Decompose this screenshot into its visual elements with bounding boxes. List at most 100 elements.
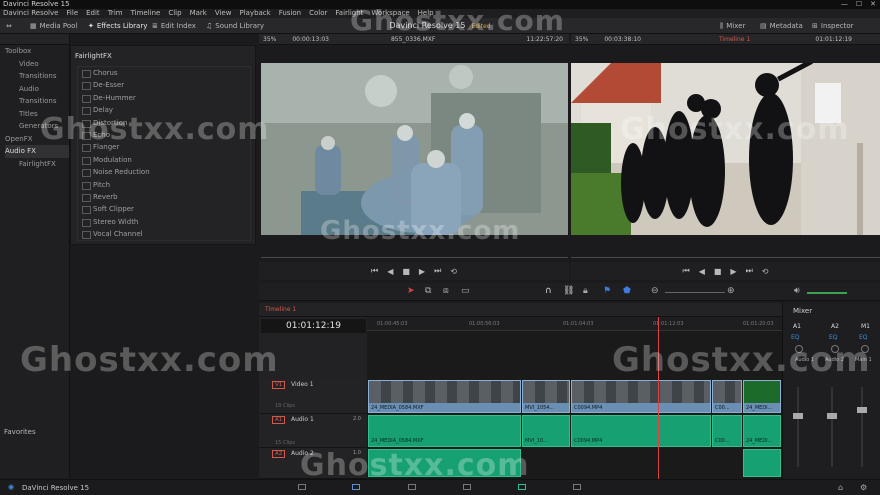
- ruler-tick: 01:00:56:03: [469, 321, 500, 327]
- tree-audio-transitions[interactable]: Audio Transitions: [5, 83, 69, 108]
- go-to-start-icon[interactable]: ⏮: [371, 266, 378, 276]
- tree-video-transitions[interactable]: Video Transitions: [5, 58, 69, 83]
- volume-slider[interactable]: [807, 292, 847, 294]
- play-icon[interactable]: ▶: [419, 267, 425, 276]
- trim-tool-icon[interactable]: ⧉: [425, 286, 431, 296]
- video-clip[interactable]: C0094.MP4: [571, 380, 711, 413]
- fx-item[interactable]: Stereo Width: [78, 216, 250, 228]
- marker-icon[interactable]: ⬟: [623, 286, 631, 296]
- media-page-icon[interactable]: [298, 484, 306, 490]
- fader-track[interactable]: [797, 387, 799, 467]
- timeline-viewer-name[interactable]: Timeline 1: [719, 36, 750, 43]
- video-clip[interactable]: MVI_1054...: [522, 380, 570, 413]
- timeline-scrubber[interactable]: [571, 257, 880, 258]
- stop-icon[interactable]: ■: [402, 267, 410, 276]
- fx-item[interactable]: Vocal Channel: [78, 228, 250, 240]
- menu-fusion[interactable]: Fusion: [279, 9, 301, 18]
- audio-clip[interactable]: C00...: [712, 415, 742, 447]
- insert-clip-icon[interactable]: ▭: [461, 286, 470, 296]
- play-icon[interactable]: ▶: [730, 267, 736, 276]
- link-icon[interactable]: ⛓: [563, 286, 574, 296]
- audio-clip[interactable]: C0094.MP4: [571, 415, 711, 447]
- settings-gear-icon[interactable]: ⚙: [860, 483, 867, 492]
- audio-clip[interactable]: [743, 449, 781, 477]
- mixer-title: Mixer: [793, 307, 813, 315]
- loop-icon[interactable]: ⟲: [762, 267, 769, 276]
- go-to-end-icon[interactable]: ⏭: [434, 266, 441, 276]
- fusion-page-icon[interactable]: [408, 484, 416, 490]
- reverse-play-icon[interactable]: ◀: [699, 267, 705, 276]
- flag-icon[interactable]: ⚑: [603, 286, 611, 296]
- tree-fairlight[interactable]: FairlightFX: [5, 158, 69, 171]
- fx-item[interactable]: De-Esser: [78, 79, 250, 91]
- audio-clip[interactable]: 24_MEDIA_0584.MXF: [368, 415, 521, 447]
- timeline-viewer-header: 35% 00:03:38:10 Timeline 1 01:01:12:19: [571, 34, 880, 45]
- maximize-button[interactable]: ☐: [856, 0, 862, 9]
- menu-edit[interactable]: Edit: [86, 9, 100, 18]
- zoom-out-icon[interactable]: ⊖: [651, 286, 659, 296]
- minimize-button[interactable]: —: [841, 0, 848, 9]
- go-to-start-icon[interactable]: ⏮: [683, 266, 690, 276]
- home-icon[interactable]: ⌂: [838, 483, 843, 492]
- track-tag-v1[interactable]: V1: [272, 381, 286, 389]
- snapping-icon[interactable]: ∩: [545, 286, 552, 296]
- fader-handle[interactable]: [857, 407, 867, 413]
- selection-tool-icon[interactable]: ➤: [407, 286, 415, 296]
- timeline-viewer-zoom[interactable]: 35%: [575, 36, 588, 43]
- menu-file[interactable]: File: [66, 9, 78, 18]
- tree-toolbox[interactable]: Toolbox: [5, 45, 69, 58]
- video-clip[interactable]: 24_MEDIA_0584.MXF: [368, 380, 521, 413]
- video-clip[interactable]: C00...: [712, 380, 742, 413]
- fx-item[interactable]: Modulation: [78, 154, 250, 166]
- fader-track[interactable]: [861, 387, 863, 467]
- timeline-viewer-image[interactable]: [571, 63, 880, 235]
- track-tag-a2[interactable]: A2: [272, 450, 286, 458]
- color-page-icon[interactable]: [463, 484, 471, 490]
- source-scrubber[interactable]: [261, 257, 568, 258]
- fx-panel-title: FairlightFX: [75, 52, 112, 60]
- reverse-play-icon[interactable]: ◀: [387, 267, 393, 276]
- fx-item[interactable]: Pitch: [78, 179, 250, 191]
- deliver-page-icon[interactable]: [573, 484, 581, 490]
- menu-view[interactable]: View: [215, 9, 232, 18]
- track-tag-a1[interactable]: A1: [272, 416, 286, 424]
- audio-clip[interactable]: 24_MEDI...: [743, 415, 781, 447]
- menu-color[interactable]: Color: [309, 9, 327, 18]
- timeline-timecode: 01:01:12:19: [261, 319, 366, 333]
- fx-item[interactable]: Soft Clipper: [78, 203, 250, 215]
- stop-icon[interactable]: ■: [714, 267, 722, 276]
- source-viewer-image[interactable]: [261, 63, 568, 235]
- favorites-label[interactable]: Favorites: [4, 428, 36, 436]
- video-clip[interactable]: 24_MEDI...: [743, 380, 781, 413]
- clip-thumbnail: [572, 381, 710, 403]
- fx-item[interactable]: Reverb: [78, 191, 250, 203]
- fairlight-page-icon[interactable]: [518, 484, 526, 490]
- fader-track[interactable]: [831, 387, 833, 467]
- fx-item[interactable]: De-Hummer: [78, 92, 250, 104]
- fx-item[interactable]: Chorus: [78, 67, 250, 79]
- audio-clip[interactable]: MVI_10...: [522, 415, 570, 447]
- timeline-ruler[interactable]: 01:00:45:03 01:00:56:03 01:01:04:03 01:0…: [367, 317, 782, 331]
- fx-item[interactable]: Noise Reduction: [78, 166, 250, 178]
- zoom-slider[interactable]: [665, 292, 725, 293]
- menu-timeline[interactable]: Timeline: [131, 9, 161, 18]
- timeline-tab[interactable]: Timeline 1: [265, 306, 296, 313]
- menu-mark[interactable]: Mark: [190, 9, 207, 18]
- source-zoom[interactable]: 35%: [263, 36, 276, 43]
- menu-clip[interactable]: Clip: [168, 9, 181, 18]
- volume-icon[interactable]: 🔊︎: [794, 286, 800, 296]
- zoom-in-icon[interactable]: ⊕: [727, 286, 735, 296]
- blade-tool-icon[interactable]: ⧈: [443, 286, 449, 296]
- menu-trim[interactable]: Trim: [108, 9, 123, 18]
- close-button[interactable]: ✕: [870, 0, 876, 9]
- menu-davinci[interactable]: Davinci Resolve: [3, 9, 58, 18]
- clip-thumbnail: [523, 381, 569, 403]
- window-controls: — ☐ ✕: [841, 0, 876, 9]
- menu-playback[interactable]: Playback: [239, 9, 270, 18]
- lock-icon[interactable]: 🔒︎: [583, 286, 588, 296]
- loop-icon[interactable]: ⟲: [450, 267, 457, 276]
- go-to-end-icon[interactable]: ⏭: [746, 266, 753, 276]
- fader-handle[interactable]: [793, 413, 803, 419]
- edit-page-icon[interactable]: [352, 484, 360, 490]
- fader-handle[interactable]: [827, 413, 837, 419]
